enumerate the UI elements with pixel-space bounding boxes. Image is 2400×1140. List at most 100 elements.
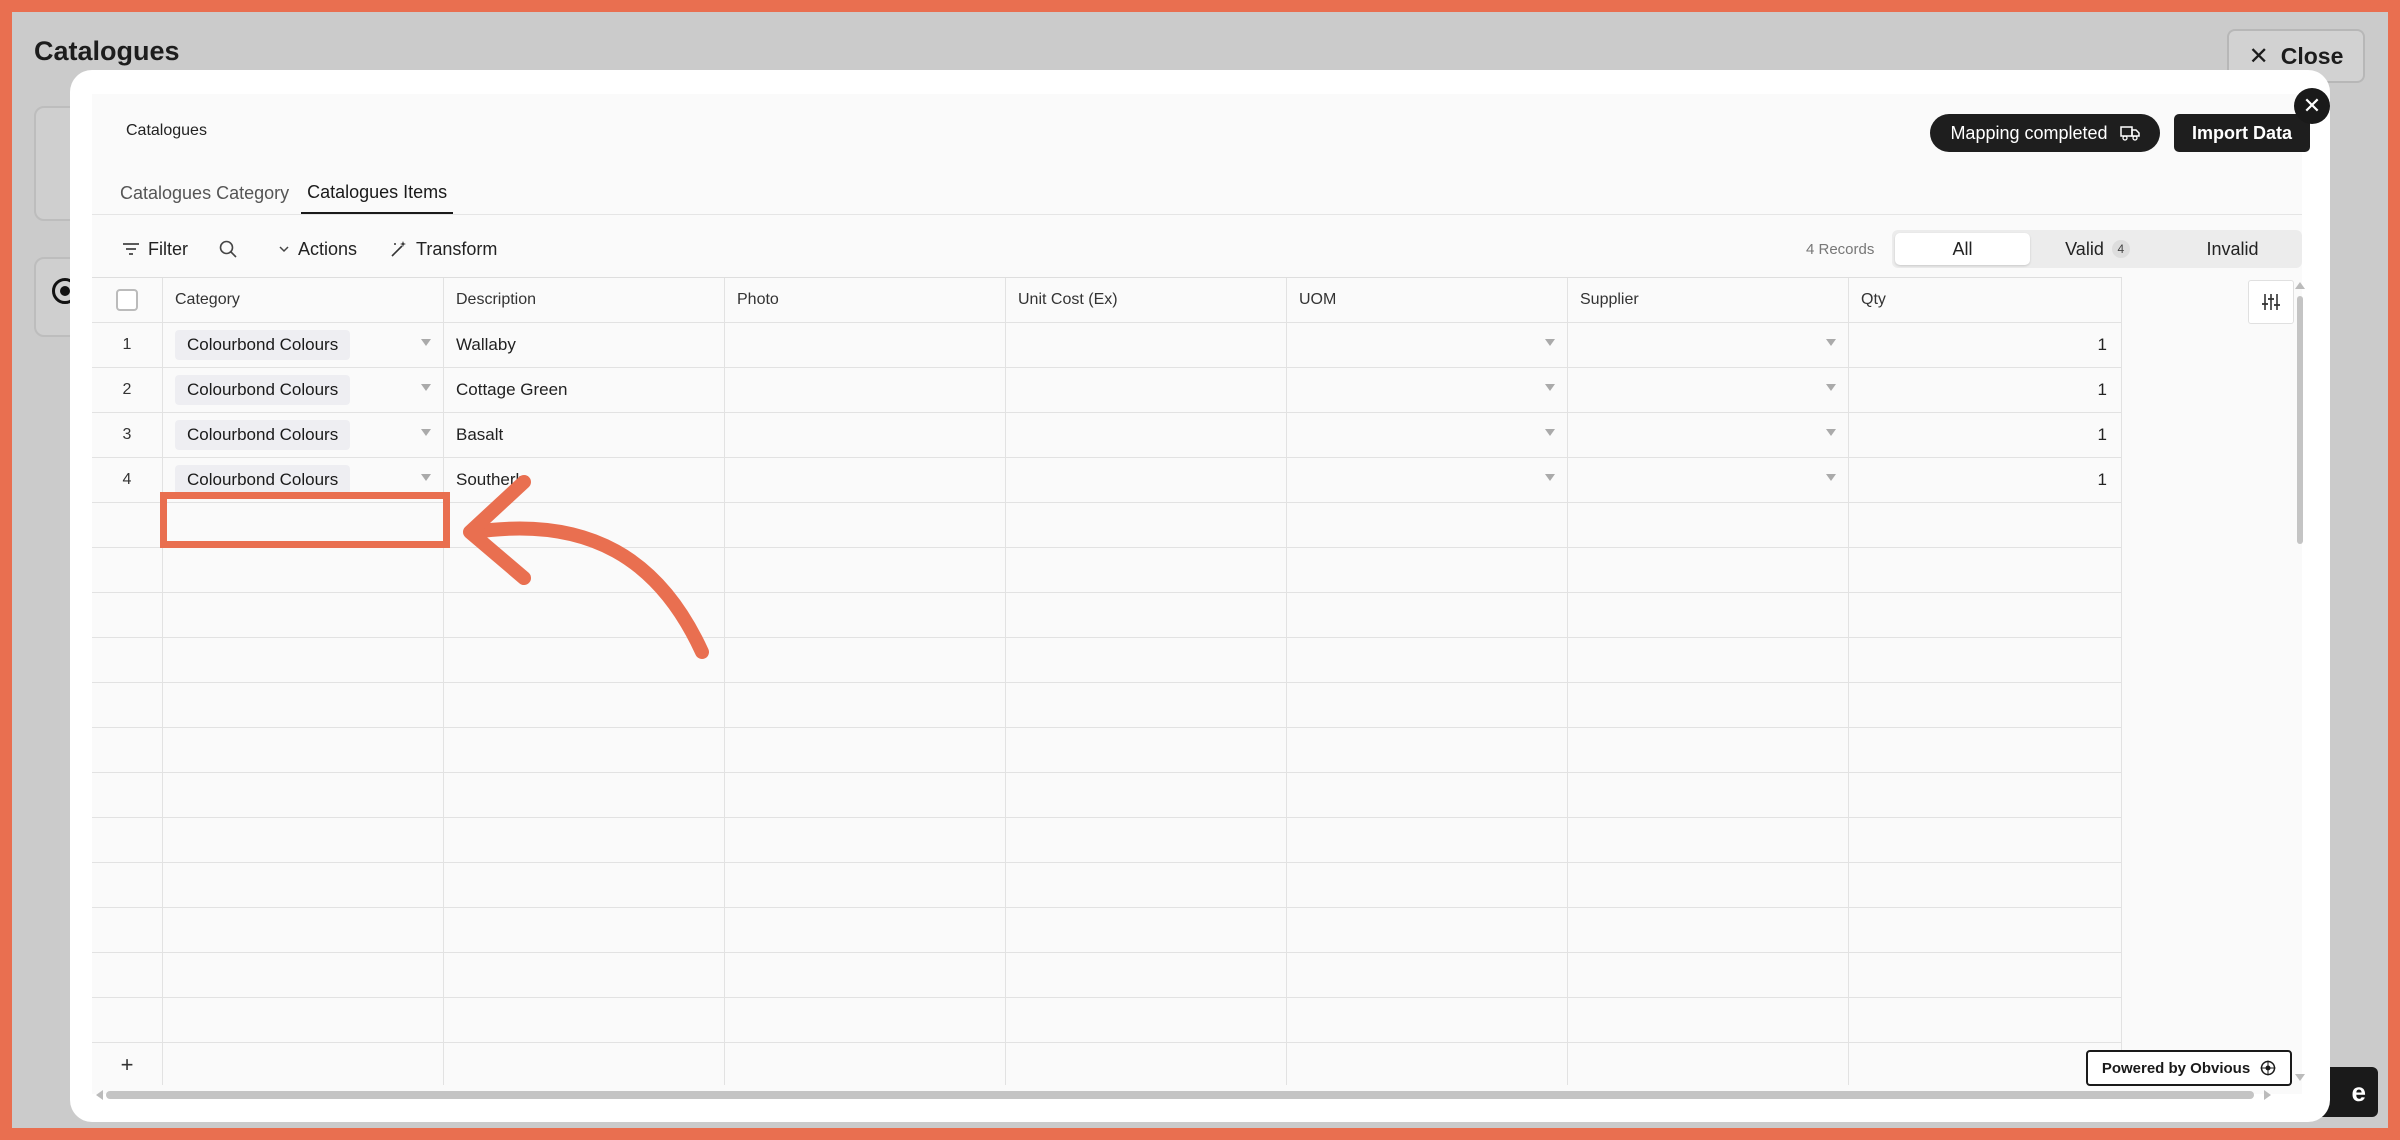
grid-cell[interactable] bbox=[1287, 683, 1568, 727]
grid-cell[interactable] bbox=[1849, 548, 2122, 592]
grid-cell[interactable] bbox=[163, 728, 444, 772]
grid-cell[interactable] bbox=[1287, 998, 1568, 1042]
grid-cell[interactable] bbox=[1568, 908, 1849, 952]
grid-cell[interactable] bbox=[1849, 728, 2122, 772]
grid-cell[interactable] bbox=[1287, 548, 1568, 592]
grid-cell[interactable] bbox=[1568, 323, 1849, 367]
grid-cell[interactable] bbox=[444, 638, 725, 682]
grid-cell[interactable]: Basalt bbox=[444, 413, 725, 457]
dropdown-caret-icon[interactable] bbox=[421, 384, 431, 391]
grid-cell[interactable] bbox=[1006, 773, 1287, 817]
grid-cell[interactable] bbox=[725, 773, 1006, 817]
grid-cell[interactable] bbox=[1287, 818, 1568, 862]
grid-cell[interactable] bbox=[1849, 953, 2122, 997]
dropdown-caret-icon[interactable] bbox=[1545, 429, 1555, 436]
row-number-cell[interactable] bbox=[92, 908, 163, 952]
grid-cell[interactable] bbox=[1287, 953, 1568, 997]
grid-cell[interactable] bbox=[1568, 818, 1849, 862]
grid-cell[interactable] bbox=[725, 728, 1006, 772]
grid-cell[interactable] bbox=[163, 863, 444, 907]
row-number-cell[interactable]: 2 bbox=[92, 368, 163, 412]
grid-cell[interactable]: Wallaby bbox=[444, 323, 725, 367]
grid-cell[interactable] bbox=[1006, 998, 1287, 1042]
grid-cell[interactable] bbox=[1006, 728, 1287, 772]
grid-cell[interactable] bbox=[1287, 458, 1568, 502]
grid-cell[interactable] bbox=[1006, 323, 1287, 367]
column-header-supplier[interactable]: Supplier bbox=[1568, 278, 1849, 322]
row-number-cell[interactable] bbox=[92, 953, 163, 997]
grid-cell[interactable] bbox=[1006, 368, 1287, 412]
grid-cell[interactable] bbox=[725, 593, 1006, 637]
grid-cell[interactable] bbox=[444, 908, 725, 952]
grid-cell[interactable] bbox=[163, 908, 444, 952]
grid-cell[interactable] bbox=[1849, 818, 2122, 862]
row-number-cell[interactable]: 1 bbox=[92, 323, 163, 367]
grid-cell[interactable] bbox=[163, 998, 444, 1042]
dropdown-caret-icon[interactable] bbox=[1826, 339, 1836, 346]
grid-cell[interactable] bbox=[1287, 323, 1568, 367]
grid-cell[interactable]: 1 bbox=[1849, 368, 2122, 412]
grid-cell[interactable] bbox=[1006, 1043, 1287, 1085]
grid-cell[interactable] bbox=[725, 953, 1006, 997]
grid-cell[interactable] bbox=[1287, 368, 1568, 412]
grid-cell[interactable] bbox=[444, 863, 725, 907]
row-number-cell[interactable] bbox=[92, 548, 163, 592]
grid-cell[interactable] bbox=[1568, 548, 1849, 592]
grid-cell[interactable] bbox=[1849, 593, 2122, 637]
column-header-photo[interactable]: Photo bbox=[725, 278, 1006, 322]
grid-cell[interactable] bbox=[163, 683, 444, 727]
grid-cell[interactable] bbox=[1006, 593, 1287, 637]
grid-cell[interactable] bbox=[725, 1043, 1006, 1085]
add-row-button[interactable]: + bbox=[92, 1043, 163, 1085]
grid-cell[interactable] bbox=[1287, 863, 1568, 907]
grid-cell[interactable] bbox=[444, 728, 725, 772]
dropdown-caret-icon[interactable] bbox=[421, 474, 431, 481]
grid-cell[interactable] bbox=[1006, 863, 1287, 907]
grid-cell[interactable] bbox=[444, 818, 725, 862]
grid-cell[interactable] bbox=[725, 458, 1006, 502]
row-number-cell[interactable]: 3 bbox=[92, 413, 163, 457]
grid-cell[interactable] bbox=[1287, 503, 1568, 547]
row-number-cell[interactable] bbox=[92, 683, 163, 727]
grid-cell[interactable] bbox=[1568, 863, 1849, 907]
grid-cell[interactable]: Colourbond Colours bbox=[163, 413, 444, 457]
segment-all[interactable]: All bbox=[1895, 233, 2030, 265]
grid-cell[interactable] bbox=[444, 548, 725, 592]
grid-cell[interactable] bbox=[725, 638, 1006, 682]
row-number-cell[interactable] bbox=[92, 818, 163, 862]
grid-cell[interactable] bbox=[725, 998, 1006, 1042]
grid-cell[interactable] bbox=[1849, 638, 2122, 682]
grid-cell[interactable] bbox=[1287, 908, 1568, 952]
grid-cell[interactable] bbox=[725, 683, 1006, 727]
grid-cell[interactable] bbox=[1006, 548, 1287, 592]
import-data-button[interactable]: Import Data bbox=[2174, 114, 2310, 152]
modal-close-button[interactable]: ✕ bbox=[2294, 88, 2330, 124]
row-number-cell[interactable] bbox=[92, 773, 163, 817]
grid-cell[interactable] bbox=[725, 323, 1006, 367]
search-button[interactable] bbox=[218, 224, 238, 274]
scroll-right-arrow-icon[interactable] bbox=[2264, 1090, 2271, 1100]
dropdown-caret-icon[interactable] bbox=[1826, 384, 1836, 391]
grid-cell[interactable] bbox=[725, 908, 1006, 952]
grid-cell[interactable] bbox=[1006, 503, 1287, 547]
grid-cell[interactable]: Cottage Green bbox=[444, 368, 725, 412]
grid-cell[interactable] bbox=[444, 503, 725, 547]
grid-cell[interactable] bbox=[1568, 683, 1849, 727]
grid-cell[interactable] bbox=[163, 1043, 444, 1085]
grid-cell[interactable]: 1 bbox=[1849, 458, 2122, 502]
grid-cell[interactable] bbox=[1287, 773, 1568, 817]
grid-cell[interactable]: Colourbond Colours bbox=[163, 323, 444, 367]
grid-cell[interactable] bbox=[725, 863, 1006, 907]
grid-cell[interactable] bbox=[1849, 863, 2122, 907]
select-all-checkbox[interactable] bbox=[116, 289, 138, 311]
row-number-cell[interactable]: 4 bbox=[92, 458, 163, 502]
grid-cell[interactable] bbox=[1568, 953, 1849, 997]
grid-cell[interactable] bbox=[1006, 638, 1287, 682]
grid-cell[interactable] bbox=[1568, 1043, 1849, 1085]
grid-cell[interactable] bbox=[1568, 368, 1849, 412]
grid-cell[interactable] bbox=[725, 503, 1006, 547]
grid-cell[interactable] bbox=[725, 368, 1006, 412]
grid-cell[interactable] bbox=[444, 593, 725, 637]
dropdown-caret-icon[interactable] bbox=[1545, 339, 1555, 346]
grid-cell[interactable] bbox=[1849, 773, 2122, 817]
